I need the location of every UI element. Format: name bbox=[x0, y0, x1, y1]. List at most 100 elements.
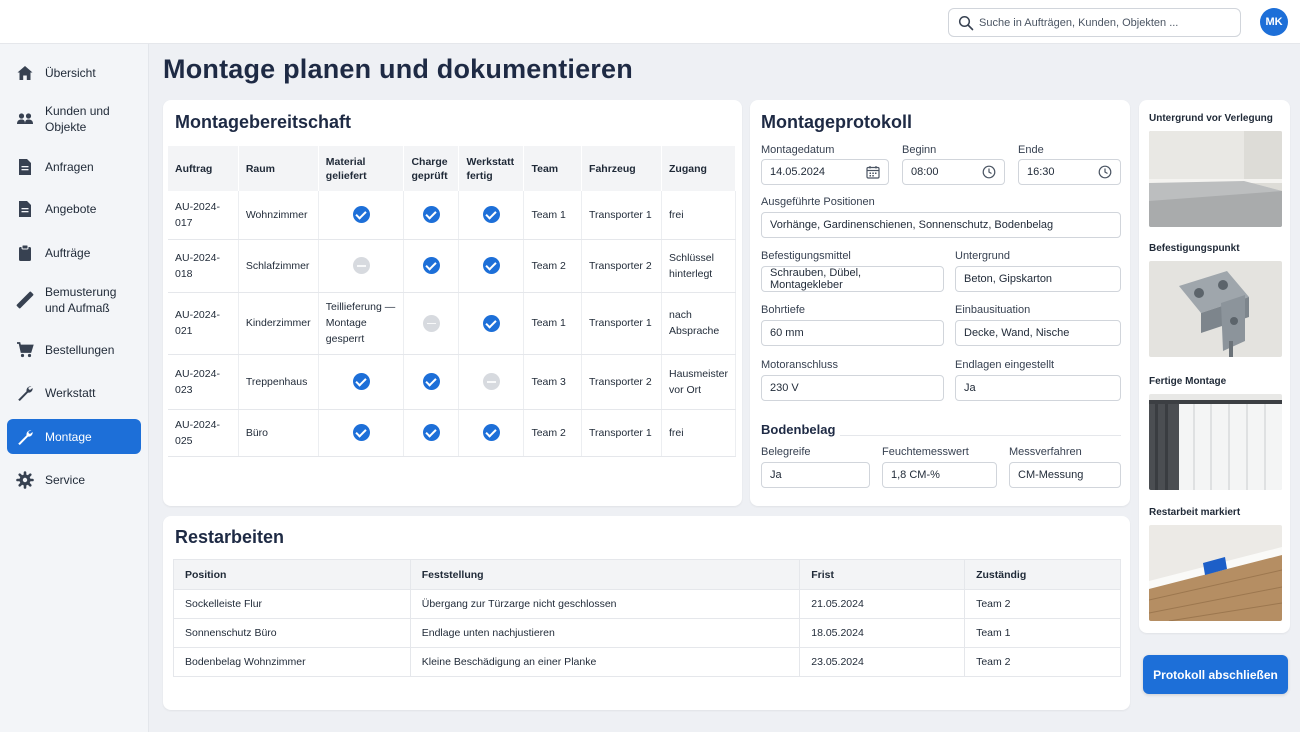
table-cell: frei bbox=[661, 409, 736, 457]
table-cell: Transporter 2 bbox=[581, 239, 663, 293]
table-cell: Team 1 bbox=[523, 191, 583, 240]
date-field[interactable]: 14.05.2024 bbox=[761, 159, 889, 185]
close-protocol-button[interactable]: Protokoll abschließen bbox=[1143, 655, 1288, 694]
check-circle-icon bbox=[422, 373, 440, 390]
user-avatar[interactable]: MK bbox=[1260, 8, 1288, 36]
installation-field[interactable]: Decke, Wand, Nische bbox=[955, 320, 1121, 346]
table-header-row: Auftrag Raum Material geliefert Charge g… bbox=[168, 146, 736, 191]
fastening-value: Schrauben, Dübel, Montagekleber bbox=[770, 267, 862, 291]
check-circle-icon bbox=[422, 424, 440, 441]
start-time-field[interactable]: 08:00 bbox=[902, 159, 1005, 185]
status-cell bbox=[458, 354, 525, 410]
moisture-value: 1,8 CM-% bbox=[891, 469, 940, 481]
sidebar-item-bemusterung[interactable]: Bemusterung und Aufmaß bbox=[7, 283, 141, 317]
table-cell: frei bbox=[661, 191, 736, 240]
motor-field[interactable]: 230 V bbox=[761, 375, 944, 401]
column-header: Material geliefert bbox=[318, 146, 405, 191]
photo-label: Fertige Montage bbox=[1149, 376, 1227, 387]
table-row[interactable]: Bodenbelag Wohnzimmer Kleine Beschädigung… bbox=[173, 647, 1121, 677]
fastening-label: Befestigungsmittel bbox=[761, 250, 851, 262]
status-cell bbox=[318, 191, 405, 240]
status-cell bbox=[458, 292, 525, 355]
sidebar-item-angebote[interactable]: Angebote bbox=[7, 197, 141, 221]
moisture-field[interactable]: 1,8 CM-% bbox=[882, 462, 997, 488]
top-bar: MK bbox=[0, 0, 1300, 44]
photo-substrate[interactable] bbox=[1149, 131, 1282, 227]
moisture-label: Feuchtemesswert bbox=[882, 446, 969, 458]
table-cell: AU-2024-023 bbox=[168, 354, 239, 410]
photo-finished[interactable] bbox=[1149, 394, 1282, 490]
search-box[interactable] bbox=[948, 8, 1241, 37]
table-row[interactable]: AU-2024-021 Kinderzimmer Teillieferung — M… bbox=[168, 292, 736, 355]
column-header: Zugang bbox=[661, 146, 736, 191]
check-circle-icon bbox=[482, 206, 500, 224]
table-cell: 21.05.2024 bbox=[799, 589, 966, 619]
status-cell bbox=[458, 409, 525, 457]
check-circle-icon bbox=[422, 257, 440, 274]
table-cell: Büro bbox=[238, 409, 319, 457]
method-field[interactable]: CM-Messung bbox=[1009, 462, 1121, 488]
pending-circle-icon bbox=[482, 373, 500, 390]
end-time-field[interactable]: 16:30 bbox=[1018, 159, 1121, 185]
sidebar: Übersicht Kunden und Objekte Anfragen An… bbox=[0, 44, 149, 732]
sidebar-item-label: Montage bbox=[45, 429, 92, 444]
table-cell: Transporter 1 bbox=[581, 191, 663, 240]
table-cell: Kleine Beschädigung an einer Planke bbox=[409, 647, 801, 677]
depth-field[interactable]: 60 mm bbox=[761, 320, 944, 346]
table-row[interactable]: Sockelleiste Flur Übergang zur Türzarge n… bbox=[173, 589, 1121, 619]
endpos-field[interactable]: Ja bbox=[955, 375, 1121, 401]
column-header: Frist bbox=[799, 559, 966, 590]
photo-marked[interactable] bbox=[1149, 525, 1282, 621]
sidebar-item-label: Werkstatt bbox=[45, 386, 96, 400]
search-input[interactable] bbox=[979, 13, 1234, 33]
sidebar-item-auftraege[interactable]: Aufträge bbox=[7, 241, 141, 265]
check-circle-icon bbox=[352, 206, 370, 224]
table-row[interactable]: Sonnenschutz Büro Endlage unten nachjusti… bbox=[173, 618, 1121, 648]
rest-title: Restarbeiten bbox=[175, 527, 285, 547]
table-row[interactable]: AU-2024-023 Treppenhaus Team 3 Transporter … bbox=[168, 354, 736, 410]
check-circle-icon bbox=[352, 373, 370, 390]
table-cell: Transporter 2 bbox=[581, 354, 663, 410]
status-cell bbox=[403, 292, 460, 355]
table-row[interactable]: AU-2024-017 Wohnzimmer Team 1 Transporter 1… bbox=[168, 191, 736, 240]
table-cell: Wohnzimmer bbox=[238, 191, 319, 240]
table-cell: AU-2024-025 bbox=[168, 409, 239, 457]
status-cell bbox=[458, 191, 525, 240]
calendar-icon bbox=[866, 166, 880, 179]
photo-label: Untergrund vor Verlegung bbox=[1149, 113, 1273, 124]
check-circle-icon bbox=[482, 257, 500, 274]
rest-table: Position Feststellung Frist Zuständig So… bbox=[173, 559, 1121, 677]
sidebar-item-werkstatt[interactable]: Werkstatt bbox=[7, 381, 141, 405]
table-cell: Übergang zur Türzarge nicht geschlossen bbox=[409, 589, 801, 619]
positions-field[interactable]: Vorhänge, Gardinenschienen, Sonnenschutz… bbox=[761, 212, 1121, 238]
table-row[interactable]: AU-2024-025 Büro Team 2 Transporter 1 frei bbox=[168, 409, 736, 457]
sidebar-item-kunden[interactable]: Kunden und Objekte bbox=[7, 102, 141, 136]
table-cell: 18.05.2024 bbox=[799, 618, 966, 648]
sidebar-item-anfragen[interactable]: Anfragen bbox=[7, 155, 141, 179]
sidebar-item-bestellungen[interactable]: Bestellungen bbox=[7, 338, 141, 362]
table-cell: Team 1 bbox=[964, 618, 1121, 648]
table-cell: Team 2 bbox=[964, 589, 1121, 619]
sidebar-item-uebersicht[interactable]: Übersicht bbox=[7, 61, 141, 85]
table-header-row: Position Feststellung Frist Zuständig bbox=[173, 559, 1121, 590]
column-header: Team bbox=[523, 146, 583, 191]
column-header: Position bbox=[173, 559, 411, 590]
fastening-field[interactable]: Schrauben, Dübel, Montagekleber bbox=[761, 266, 944, 292]
floor-ready-value: Ja bbox=[770, 469, 782, 481]
status-cell bbox=[318, 354, 405, 410]
status-cell bbox=[403, 191, 460, 240]
status-cell bbox=[318, 409, 405, 457]
sidebar-item-label: Bestellungen bbox=[45, 343, 115, 357]
table-row[interactable]: AU-2024-018 Schlafzimmer Team 2 Transporter… bbox=[168, 239, 736, 293]
method-label: Messverfahren bbox=[1009, 446, 1082, 458]
floor-ready-field[interactable]: Ja bbox=[761, 462, 870, 488]
pending-circle-icon bbox=[352, 257, 370, 274]
depth-value: 60 mm bbox=[770, 327, 804, 339]
table-cell: Schlafzimmer bbox=[238, 239, 319, 293]
substrate-field[interactable]: Beton, Gipskarton bbox=[955, 266, 1121, 292]
table-cell: Hausmeister vor Ort bbox=[661, 354, 736, 410]
sidebar-item-montage[interactable]: Montage bbox=[7, 419, 141, 454]
status-note: Teillieferung — Montage gesperrt bbox=[318, 292, 405, 355]
photo-fastening[interactable] bbox=[1149, 261, 1282, 357]
sidebar-item-service[interactable]: Service bbox=[7, 468, 141, 492]
